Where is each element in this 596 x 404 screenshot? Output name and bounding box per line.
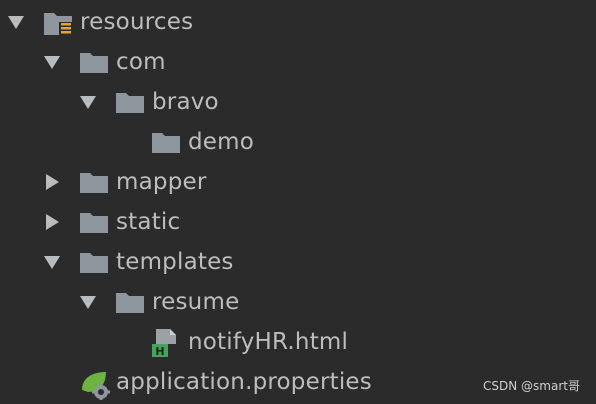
tree-item-label: templates <box>116 249 234 275</box>
chevron-down-icon[interactable] <box>80 96 96 109</box>
tree-item-bravo[interactable]: bravo <box>0 82 596 122</box>
project-tree: resources com bravo demo mapper static t… <box>0 0 596 404</box>
tree-item-label: notifyHR.html <box>188 329 349 355</box>
tree-item-label: resources <box>80 9 194 35</box>
folder-icon <box>116 291 144 315</box>
tree-item-demo[interactable]: demo <box>0 122 596 162</box>
chevron-right-icon[interactable] <box>46 214 59 230</box>
tree-item-label: com <box>116 49 166 75</box>
chevron-down-icon[interactable] <box>44 256 60 269</box>
tree-item-static[interactable]: static <box>0 202 596 242</box>
resources-folder-icon <box>44 11 72 36</box>
spring-properties-icon <box>80 368 110 400</box>
html-file-icon: H <box>150 328 180 358</box>
tree-item-mapper[interactable]: mapper <box>0 162 596 202</box>
chevron-down-icon[interactable] <box>8 16 24 29</box>
tree-item-label: mapper <box>116 169 207 195</box>
tree-item-label: bravo <box>152 89 219 115</box>
folder-icon <box>80 171 108 195</box>
watermark: CSDN @smart哥 <box>483 379 580 393</box>
folder-icon <box>80 211 108 235</box>
chevron-down-icon[interactable] <box>44 56 60 69</box>
tree-item-label: resume <box>152 289 240 315</box>
tree-item-notifyhr-html[interactable]: H notifyHR.html <box>0 322 596 362</box>
tree-item-label: demo <box>188 129 255 155</box>
tree-item-templates[interactable]: templates <box>0 242 596 282</box>
tree-item-com[interactable]: com <box>0 42 596 82</box>
tree-item-label: static <box>116 209 181 235</box>
tree-item-resume[interactable]: resume <box>0 282 596 322</box>
tree-item-label: application.properties <box>116 369 372 395</box>
folder-icon <box>80 51 108 75</box>
svg-text:H: H <box>155 345 164 358</box>
chevron-down-icon[interactable] <box>80 296 96 309</box>
folder-icon <box>116 91 144 115</box>
tree-item-resources[interactable]: resources <box>0 2 596 42</box>
chevron-right-icon[interactable] <box>46 174 59 190</box>
folder-icon <box>80 251 108 275</box>
folder-icon <box>152 131 180 155</box>
